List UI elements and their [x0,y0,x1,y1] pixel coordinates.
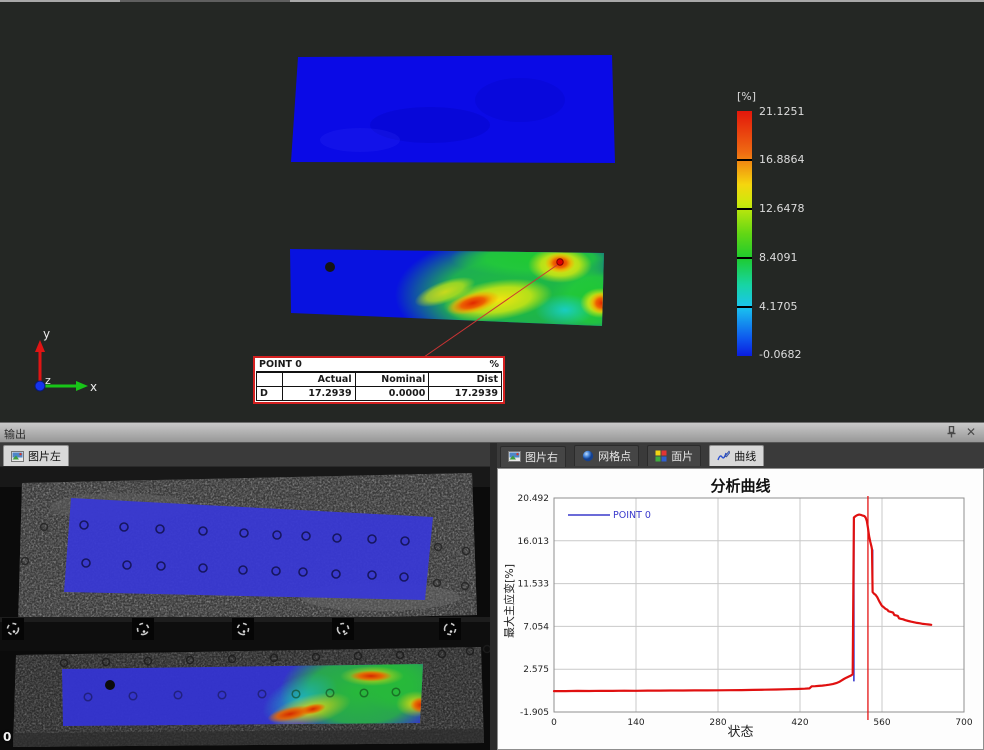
scale-label: 8.4091 [759,251,798,264]
tab-label: 面片 [671,448,693,464]
row-label: D [257,387,283,401]
legend-label: POINT 0 [613,510,651,521]
point-0-marker[interactable] [557,259,563,265]
output-panel-header: 输出 ✕ [0,422,984,443]
tab-facets[interactable]: 面片 [647,445,701,466]
chart-canvas: 20.492 16.013 11.533 7.054 2.575 -1.9050 140 28… [498,469,983,749]
stage-number: 0 [3,730,11,744]
y-tick-label: 2.575 [523,665,549,675]
actual-value: 17.2939 [283,387,356,401]
axis-triad: y x z [35,327,97,394]
dist-value: 17.2939 [429,387,502,401]
image-icon [11,451,24,462]
left-camera-image[interactable]: 0 [0,467,490,750]
fiducial-band [0,617,490,651]
close-icon[interactable]: ✕ [966,426,976,438]
x-tick-label: 0 [551,718,557,728]
analysis-chart: 分析曲线 最大主应变[%] 状态 20.49216.01311.5337.054… [497,468,984,750]
tab-image-left[interactable]: 图片左 [3,445,69,466]
color-scale-unit: [%] [737,90,756,103]
z-axis-label: z [45,374,51,387]
x-axis-label: x [90,380,97,394]
scale-tick [737,159,752,161]
output-panel-title: 输出 [4,426,26,442]
specimen-top-strain-map[interactable] [291,55,615,163]
sphere-icon [582,450,594,462]
y-axis-arrow [35,340,45,352]
column-header-actual: Actual [283,373,356,387]
application-window: y x z [%] 21.1251 16.8864 12.6478 8.4091… [0,0,984,750]
point-annotation-table[interactable]: POINT 0 % Actual Nominal Dist D 17.2939 … [253,356,505,404]
scale-label: 4.1705 [759,300,798,313]
tab-image-right[interactable]: 图片右 [500,446,566,467]
tab-curve[interactable]: 曲线 [709,445,764,466]
specimen-bottom-strain-map[interactable] [285,233,645,357]
tab-grid-points[interactable]: 网格点 [574,445,639,466]
x-tick-label: 560 [873,718,890,728]
y-tick-label: 7.054 [523,622,549,632]
curve-pen-icon [717,450,730,462]
y-tick-label: 11.533 [518,580,550,590]
panel-splitter[interactable] [490,443,497,750]
x-tick-label: 700 [955,718,972,728]
column-header [257,373,283,387]
scale-label: -0.0682 [759,348,801,361]
specimen-hole [325,262,335,272]
viewport-3d[interactable]: y x z [%] 21.1251 16.8864 12.6478 8.4091… [0,0,984,422]
tab-label: 网格点 [598,448,631,464]
tab-label: 图片左 [28,448,61,464]
y-tick-label: -1.905 [520,708,549,718]
tab-label: 图片右 [525,449,558,465]
point-table-title: POINT 0 [259,359,302,370]
right-chart-panel: 图片右 网格点 面片 [497,443,984,750]
y-axis-label: y [43,327,50,341]
z-axis-dot [35,381,45,391]
scale-label: 16.8864 [759,153,805,166]
y-tick-label: 16.013 [518,537,550,547]
table-row: D 17.2939 0.0000 17.2939 [257,387,502,401]
color-scale[interactable]: [%] 21.1251 16.8864 12.6478 8.4091 4.170… [729,90,849,370]
scale-label: 21.1251 [759,105,805,118]
x-tick-label: 140 [627,718,644,728]
pin-icon[interactable] [947,426,956,438]
scale-tick [737,257,752,259]
specimen-hole [105,680,115,690]
point-table-unit: % [489,359,499,370]
column-header-nominal: Nominal [355,373,429,387]
y-tick-label: 20.492 [518,494,550,504]
x-tick-label: 420 [791,718,808,728]
scale-label: 12.6478 [759,202,805,215]
tab-label: 曲线 [734,448,756,464]
left-tab-bar: 图片左 [0,443,490,467]
scale-tick [737,208,752,210]
column-header-dist: Dist [429,373,502,387]
nominal-value: 0.0000 [355,387,429,401]
x-axis-arrow [76,381,88,391]
x-tick-label: 280 [709,718,726,728]
color-scale-gradient [737,111,752,356]
left-image-panel: 图片左 [0,443,490,750]
scale-tick [737,306,752,308]
right-tab-bar: 图片右 网格点 面片 [497,443,984,468]
image-icon [508,451,521,462]
facets-icon [655,450,667,462]
